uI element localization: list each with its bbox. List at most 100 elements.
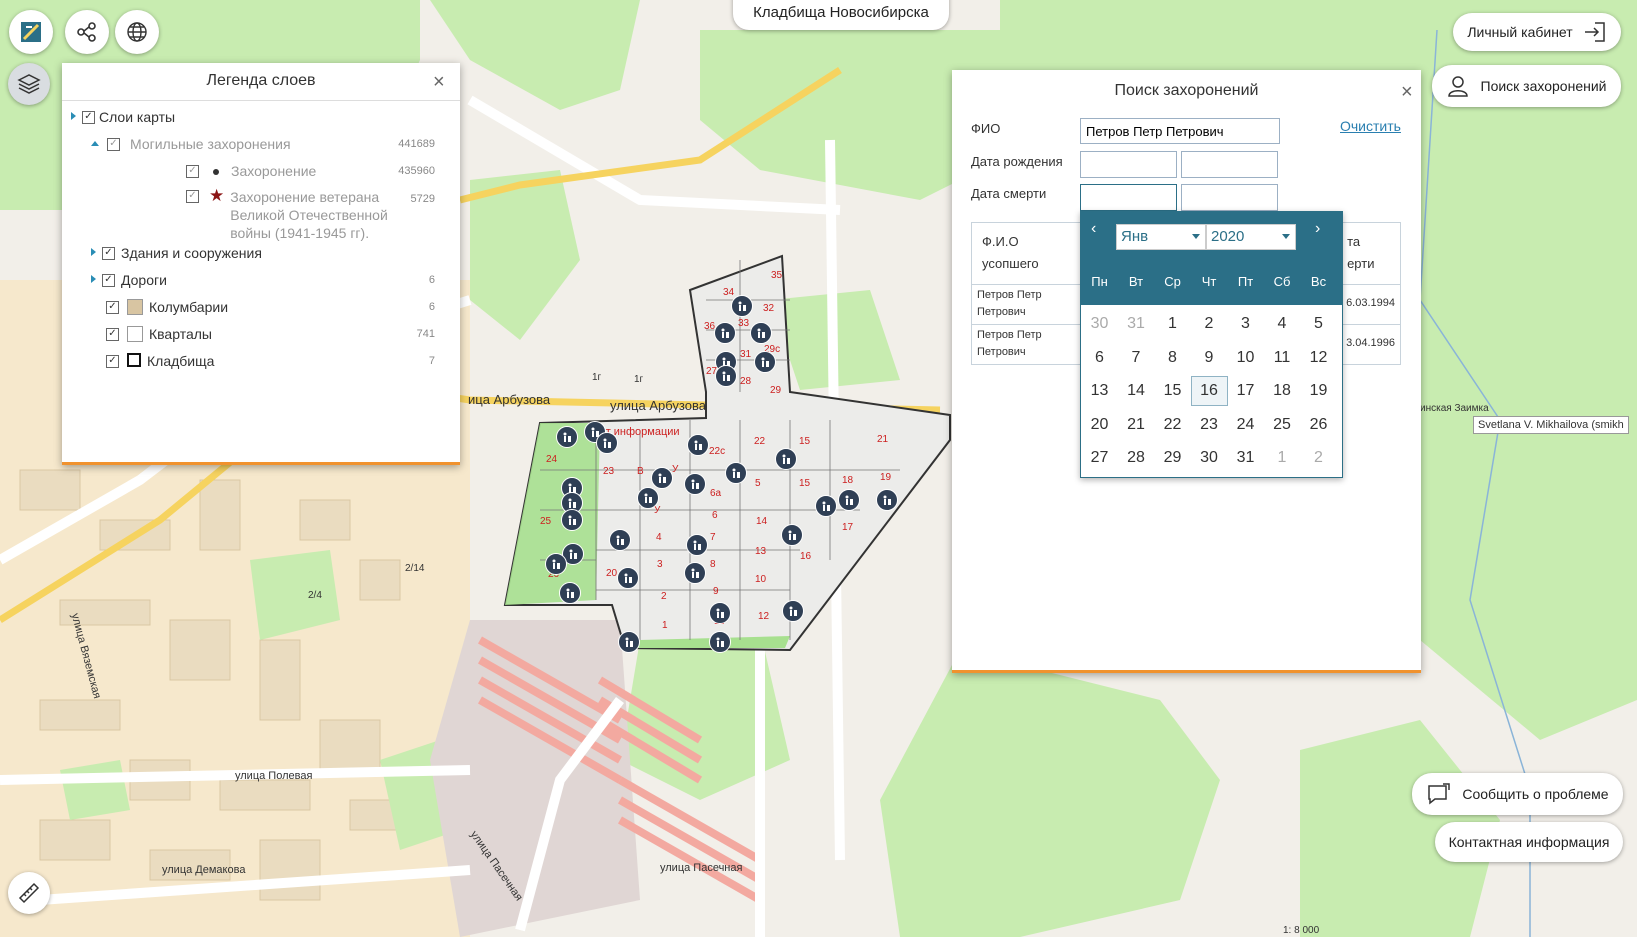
grave-marker-icon[interactable] (750, 322, 772, 344)
legend-close-icon[interactable]: × (433, 72, 445, 92)
death-date-from[interactable] (1080, 184, 1177, 211)
birth-date-to[interactable] (1181, 151, 1278, 178)
grave-marker-icon[interactable] (637, 487, 659, 509)
grave-marker-icon[interactable] (561, 509, 583, 531)
calendar-day[interactable]: 22 (1154, 410, 1191, 440)
legend-buildings[interactable]: ✓ Здания и сооружения (91, 245, 262, 261)
calendar-day[interactable]: 2 (1300, 443, 1337, 473)
checkbox[interactable]: ✓ (106, 355, 119, 368)
calendar-day[interactable]: 1 (1154, 309, 1191, 339)
calendar-day[interactable]: 30 (1081, 309, 1118, 339)
grave-marker-icon[interactable] (596, 432, 618, 454)
birth-date-from[interactable] (1080, 151, 1177, 178)
calendar-day[interactable]: 13 (1081, 376, 1118, 406)
legend-quarters[interactable]: ✓ Кварталы (106, 326, 212, 342)
checkbox[interactable]: ✓ (186, 190, 199, 203)
expand-icon[interactable] (91, 275, 96, 283)
calendar-day[interactable]: 9 (1191, 343, 1228, 373)
collapse-icon[interactable] (91, 141, 99, 146)
grave-marker-icon[interactable] (684, 473, 706, 495)
grave-marker-icon[interactable] (545, 553, 567, 575)
grave-marker-icon[interactable] (815, 495, 837, 517)
legend-root[interactable]: ✓ Слои карты (71, 109, 175, 125)
grave-marker-icon[interactable] (876, 489, 898, 511)
report-problem-button[interactable]: Сообщить о проблеме (1412, 773, 1623, 815)
checkbox[interactable]: ✓ (107, 138, 120, 151)
calendar-day[interactable]: 18 (1264, 376, 1301, 406)
fio-input[interactable] (1080, 118, 1280, 144)
calendar-day[interactable]: 25 (1264, 410, 1301, 440)
calendar-day[interactable]: 24 (1227, 410, 1264, 440)
calendar-day[interactable]: 17 (1227, 376, 1264, 406)
calendar-day[interactable]: 12 (1300, 343, 1337, 373)
language-button[interactable] (115, 10, 159, 54)
calendar-day[interactable]: 1 (1264, 443, 1301, 473)
calendar-day[interactable]: 27 (1081, 443, 1118, 473)
calendar-day[interactable]: 6 (1081, 343, 1118, 373)
checkbox[interactable]: ✓ (106, 301, 119, 314)
search-close-icon[interactable]: × (1401, 82, 1413, 102)
grave-marker-icon[interactable] (709, 631, 731, 653)
calendar-day[interactable]: 31 (1118, 309, 1155, 339)
grave-marker-icon[interactable] (725, 462, 747, 484)
clear-link[interactable]: Очистить (1340, 118, 1401, 134)
grave-marker-icon[interactable] (556, 426, 578, 448)
expand-icon[interactable] (91, 248, 96, 256)
calendar-day[interactable]: 30 (1191, 443, 1228, 473)
grave-marker-icon[interactable] (686, 534, 708, 556)
month-select[interactable]: Янв (1116, 224, 1206, 250)
grave-marker-icon[interactable] (731, 295, 753, 317)
header-date[interactable]: та ерти (1340, 222, 1401, 285)
grave-marker-icon[interactable] (775, 448, 797, 470)
legend-group-graves[interactable]: ✓ Могильные захоронения (91, 136, 291, 152)
contacts-button[interactable]: Контактная информация (1435, 822, 1623, 862)
calendar-day[interactable]: 7 (1118, 343, 1155, 373)
prev-month-icon[interactable]: ‹ (1091, 220, 1096, 238)
next-month-icon[interactable]: › (1315, 220, 1320, 238)
calendar-day[interactable]: 19 (1300, 376, 1337, 406)
calendar-day[interactable]: 15 (1154, 376, 1191, 406)
grave-marker-icon[interactable] (559, 582, 581, 604)
calendar-day[interactable]: 5 (1300, 309, 1337, 339)
calendar-day[interactable]: 26 (1300, 410, 1337, 440)
account-button[interactable]: Личный кабинет (1453, 13, 1621, 51)
legend-veterans[interactable]: ✓ ★ Захоронение ветерана Великой Отечест… (186, 186, 401, 242)
year-select[interactable]: 2020 (1206, 224, 1296, 250)
legend-roads[interactable]: ✓ Дороги (91, 272, 167, 288)
calendar-day[interactable]: 23 (1191, 410, 1228, 440)
grave-marker-icon[interactable] (684, 562, 706, 584)
calendar-day[interactable]: 29 (1154, 443, 1191, 473)
checkbox[interactable]: ✓ (82, 111, 95, 124)
calendar-day[interactable]: 8 (1154, 343, 1191, 373)
grave-marker-icon[interactable] (838, 489, 860, 511)
calendar-day[interactable]: 31 (1227, 443, 1264, 473)
grave-marker-icon[interactable] (782, 600, 804, 622)
checkbox[interactable]: ✓ (102, 274, 115, 287)
calendar-day[interactable]: 16 (1190, 376, 1228, 406)
calendar-day[interactable]: 28 (1118, 443, 1155, 473)
ruler-button[interactable] (8, 872, 50, 914)
expand-icon[interactable] (71, 112, 76, 120)
layers-button[interactable] (8, 63, 50, 105)
calendar-day[interactable]: 11 (1264, 343, 1301, 373)
grave-marker-icon[interactable] (754, 351, 776, 373)
calendar-day[interactable]: 10 (1227, 343, 1264, 373)
grave-marker-icon[interactable] (617, 567, 639, 589)
checkbox[interactable]: ✓ (102, 247, 115, 260)
grave-marker-icon[interactable] (618, 631, 640, 653)
legend-cemeteries[interactable]: ✓ Кладбища (106, 353, 214, 369)
grave-marker-icon[interactable] (715, 365, 737, 387)
checkbox[interactable]: ✓ (106, 328, 119, 341)
legend-columbaria[interactable]: ✓ Колумбарии (106, 299, 228, 315)
calendar-day[interactable]: 20 (1081, 410, 1118, 440)
legend-graves[interactable]: ✓ Захоронение (186, 163, 316, 179)
calendar-day[interactable]: 3 (1227, 309, 1264, 339)
calendar-day[interactable]: 14 (1118, 376, 1155, 406)
grave-marker-icon[interactable] (687, 434, 709, 456)
grave-marker-icon[interactable] (609, 529, 631, 551)
header-name[interactable]: Ф.И.О усопшего (970, 222, 1092, 285)
grave-marker-icon[interactable] (709, 602, 731, 624)
grave-marker-icon[interactable] (651, 467, 673, 489)
logo-button[interactable] (9, 10, 53, 54)
share-button[interactable] (65, 10, 109, 54)
